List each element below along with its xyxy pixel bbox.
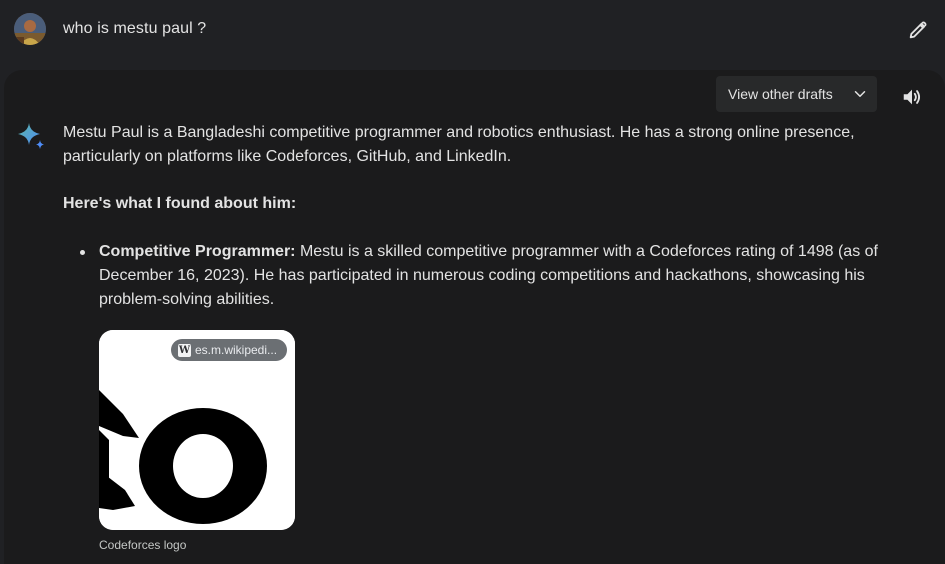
response-body: Mestu Paul is a Bangladeshi competitive … bbox=[63, 121, 893, 312]
view-other-drafts-label: View other drafts bbox=[728, 86, 833, 102]
response-heading: Here's what I found about him: bbox=[63, 195, 297, 212]
pencil-icon bbox=[909, 21, 927, 39]
page: who is mestu paul ? View other drafts Me… bbox=[0, 0, 945, 564]
response-intro: Mestu Paul is a Bangladeshi competitive … bbox=[63, 124, 855, 165]
bullet-dot bbox=[80, 250, 85, 255]
view-other-drafts-button[interactable]: View other drafts bbox=[716, 76, 877, 112]
image-source-text: es.m.wikipedi... bbox=[195, 343, 278, 357]
image-source-chip[interactable]: W es.m.wikipedi... bbox=[171, 339, 287, 361]
list-item: Competitive Programmer: Mestu is a skill… bbox=[80, 240, 893, 312]
sparkle-icon bbox=[18, 123, 44, 149]
image-caption: Codeforces logo bbox=[99, 538, 187, 552]
response-card: View other drafts Mestu Paul is a Bangla… bbox=[4, 70, 945, 564]
bullet-title: Competitive Programmer: bbox=[99, 243, 296, 260]
findings-list: Competitive Programmer: Mestu is a skill… bbox=[63, 240, 893, 312]
prompt-text: who is mestu paul ? bbox=[63, 20, 207, 37]
edit-prompt-button[interactable] bbox=[904, 16, 932, 44]
avatar-image bbox=[14, 13, 46, 45]
user-prompt-row: who is mestu paul ? bbox=[0, 0, 945, 62]
chevron-down-icon bbox=[854, 91, 866, 97]
speaker-icon bbox=[903, 89, 921, 105]
avatar[interactable] bbox=[14, 13, 46, 45]
codeforces-logo-image[interactable]: W es.m.wikipedi... bbox=[99, 330, 295, 530]
wikipedia-icon: W bbox=[178, 343, 191, 357]
read-aloud-button[interactable] bbox=[900, 85, 924, 109]
